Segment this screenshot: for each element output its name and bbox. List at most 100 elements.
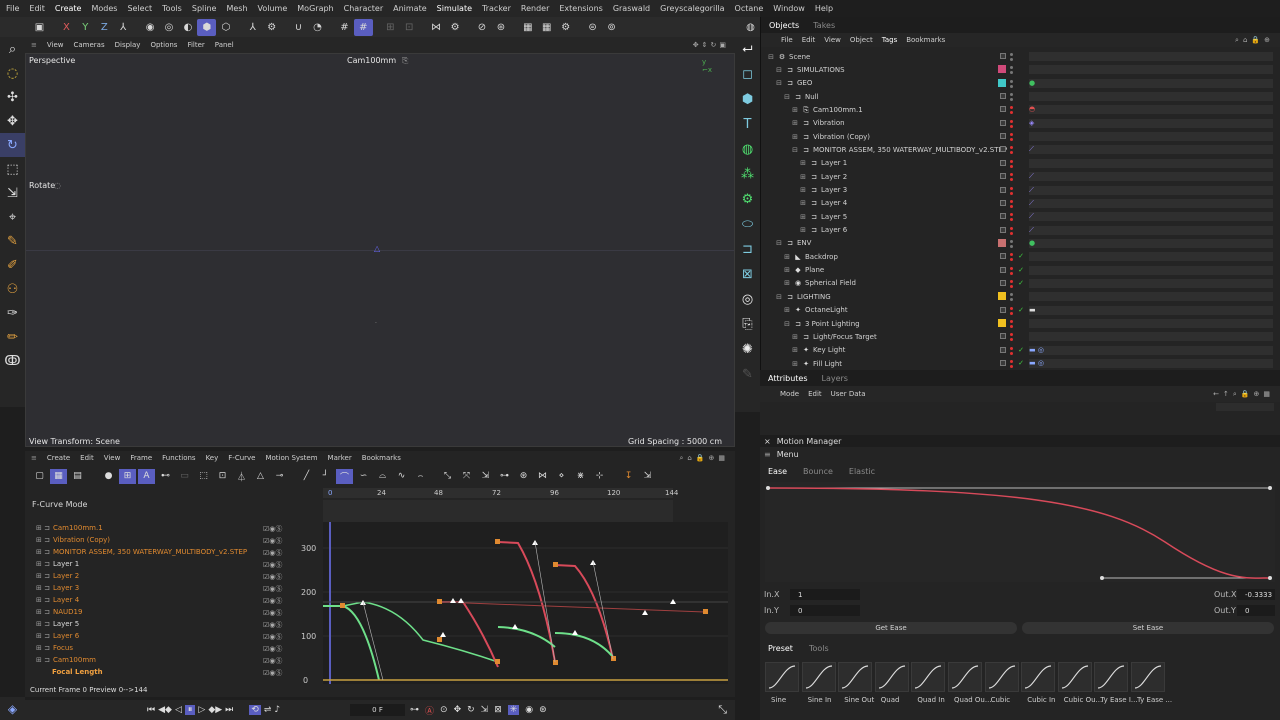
- menu-animate[interactable]: Animate: [393, 4, 427, 13]
- object-row[interactable]: ⊞ ⊐ Layer 3 ⟋: [761, 184, 1280, 197]
- link-icon[interactable]: ⊷: [157, 469, 174, 484]
- track-toggle-icons[interactable]: ☑◉Ⓢ: [263, 608, 282, 618]
- expand-toggle-icon[interactable]: ⊟: [775, 66, 783, 74]
- frame-field[interactable]: 0 F: [350, 704, 405, 716]
- track-toggle-icons[interactable]: ☑◉Ⓢ: [263, 560, 282, 570]
- attr-menu-userdata[interactable]: User Data: [831, 390, 866, 398]
- preset-button[interactable]: [1057, 662, 1092, 692]
- vp-menu-options[interactable]: Options: [150, 41, 177, 49]
- menu-tracker[interactable]: Tracker: [482, 4, 511, 13]
- render-view-icon[interactable]: ▦: [518, 19, 537, 36]
- tl-menu-create[interactable]: Create: [47, 454, 70, 462]
- render-visibility-dot[interactable]: [1010, 71, 1013, 75]
- attr-menu-mode[interactable]: Mode: [780, 390, 799, 398]
- editor-visibility-dot[interactable]: [1010, 213, 1013, 217]
- tab-tools[interactable]: Tools: [809, 644, 829, 653]
- coord-system-icon[interactable]: ⅄: [114, 19, 133, 36]
- light-icon[interactable]: ✺: [735, 337, 760, 362]
- render-visibility-dot[interactable]: [1010, 284, 1013, 288]
- render-visibility-dot[interactable]: [1010, 351, 1013, 355]
- object-row[interactable]: ⊟ ⊐ ENV ●: [761, 237, 1280, 250]
- tl-menu-marker[interactable]: Marker: [328, 454, 352, 462]
- object-row[interactable]: ⊟ ⊐ Null: [761, 90, 1280, 103]
- track-expand-icon[interactable]: ⊞ ⊐: [36, 644, 50, 652]
- object-row[interactable]: ⊞ ⊐ Layer 2 ⟋: [761, 170, 1280, 183]
- track-toggle-icons[interactable]: ☑◉Ⓢ: [263, 668, 282, 678]
- object-name[interactable]: Plane: [805, 266, 824, 274]
- track-toggle-icons[interactable]: ☑◉Ⓢ: [263, 584, 282, 594]
- menu-mesh[interactable]: Mesh: [226, 4, 247, 13]
- expand-toggle-icon[interactable]: ⊞: [799, 173, 807, 181]
- tab-attributes[interactable]: Attributes: [768, 374, 808, 383]
- autokey-icon[interactable]: Ⓐ: [425, 704, 434, 717]
- obj-header-icons[interactable]: ⌕⌂🔒⊕: [1235, 36, 1274, 45]
- track-row[interactable]: ⊞ ⊐ Layer 1: [36, 558, 79, 570]
- track-toggle-icons[interactable]: ☑◉Ⓢ: [263, 548, 282, 558]
- object-name[interactable]: Layer 4: [821, 199, 847, 207]
- visibility-toggle[interactable]: [1000, 106, 1006, 113]
- grid-snap-icon[interactable]: #: [335, 19, 354, 36]
- obj-menu-view[interactable]: View: [824, 36, 841, 44]
- track-toggle-icons[interactable]: ☑◉Ⓢ: [263, 632, 282, 642]
- editor-visibility-dot[interactable]: [1010, 320, 1013, 323]
- close-icon[interactable]: ×: [764, 437, 771, 446]
- get-ease-button[interactable]: Get Ease: [765, 622, 1017, 634]
- track-row[interactable]: ⊞ ⊐ Layer 3: [36, 582, 79, 594]
- track-name[interactable]: Layer 6: [53, 632, 79, 640]
- expand-toggle-icon[interactable]: ⊞: [783, 279, 791, 287]
- visibility-toggle[interactable]: [1000, 279, 1006, 286]
- tl-header-icons[interactable]: ⌕⌂🔒⊕▦: [679, 454, 729, 463]
- object-row[interactable]: ⊞ ◆ Plane ✓: [761, 264, 1280, 277]
- symmetry-icon[interactable]: ⊡: [400, 19, 419, 36]
- ease-icon[interactable]: ∽: [355, 469, 372, 484]
- preset-button[interactable]: [1021, 662, 1056, 692]
- render-visibility-dot[interactable]: [1010, 111, 1013, 115]
- track-name[interactable]: MONITOR ASSEM, 350 WATERWAY_MULTIBODY_v2…: [53, 548, 247, 556]
- visibility-toggle[interactable]: [1000, 306, 1006, 313]
- play-reverse-icon[interactable]: ⏸: [184, 705, 196, 715]
- visibility-toggle[interactable]: [1000, 186, 1006, 193]
- object-tag-icon[interactable]: ⟋: [1029, 145, 1034, 154]
- object-row[interactable]: ⊟ ⊐ 3 Point Lighting: [761, 317, 1280, 330]
- enabled-check-icon[interactable]: ✓: [1017, 359, 1025, 367]
- axis-mode-icon[interactable]: ⅄: [243, 19, 262, 36]
- ease-point-start[interactable]: [766, 486, 770, 490]
- object-tag-icon[interactable]: ⟋: [1029, 199, 1034, 208]
- track-toggle-icons[interactable]: ☑◉Ⓢ: [263, 644, 282, 654]
- menu-create[interactable]: Create: [55, 4, 82, 13]
- editor-visibility-dot[interactable]: [1010, 66, 1013, 70]
- render-visibility-dot[interactable]: [1010, 325, 1013, 328]
- preset-button[interactable]: [984, 662, 1019, 692]
- ease-handle-in[interactable]: [1100, 576, 1104, 580]
- spline-pen-icon[interactable]: ↂ: [0, 349, 25, 373]
- expand-toggle-icon[interactable]: ⊟: [783, 93, 791, 101]
- tab-layers[interactable]: Layers: [822, 374, 848, 383]
- editor-visibility-dot[interactable]: [1010, 346, 1013, 350]
- render-visibility-dot[interactable]: [1010, 258, 1013, 262]
- object-tag-icon[interactable]: ⟋: [1029, 186, 1034, 195]
- render-visibility-dot[interactable]: [1010, 191, 1013, 195]
- tl-menu-edit[interactable]: Edit: [80, 454, 94, 462]
- object-row[interactable]: ⊞ ⊐ Layer 4 ⟋: [761, 197, 1280, 210]
- tab-preset[interactable]: Preset: [768, 644, 793, 653]
- visibility-toggle[interactable]: [1000, 346, 1006, 353]
- tab-elastic[interactable]: Elastic: [849, 467, 875, 476]
- obj-menu-edit[interactable]: Edit: [802, 36, 816, 44]
- tab-takes[interactable]: Takes: [813, 21, 835, 30]
- visibility-toggle[interactable]: [1000, 146, 1006, 153]
- render-visibility-dot[interactable]: [1010, 58, 1013, 61]
- menu-edit[interactable]: Edit: [29, 4, 45, 13]
- track-expand-icon[interactable]: ⊞ ⊐: [36, 524, 50, 532]
- track-row[interactable]: ⊞ ⊐ Cam100mm.1: [36, 522, 103, 534]
- pla-key-icon[interactable]: ✳: [507, 705, 520, 715]
- editor-visibility-dot[interactable]: [1010, 186, 1013, 190]
- visibility-toggle[interactable]: [1000, 226, 1006, 233]
- track-row[interactable]: Focal Length: [52, 666, 103, 678]
- object-row[interactable]: ⊞ ⊐ Vibration ◈: [761, 117, 1280, 130]
- mirror-icon[interactable]: ⋈: [427, 19, 446, 36]
- track-name[interactable]: Vibration (Copy): [53, 536, 110, 544]
- lock-tangent-icon[interactable]: ⇲: [477, 469, 494, 484]
- octane-render-icon[interactable]: ⊚: [602, 19, 621, 36]
- track-toggle-icons[interactable]: ☑◉Ⓢ: [263, 572, 282, 582]
- object-name[interactable]: Vibration: [813, 119, 845, 127]
